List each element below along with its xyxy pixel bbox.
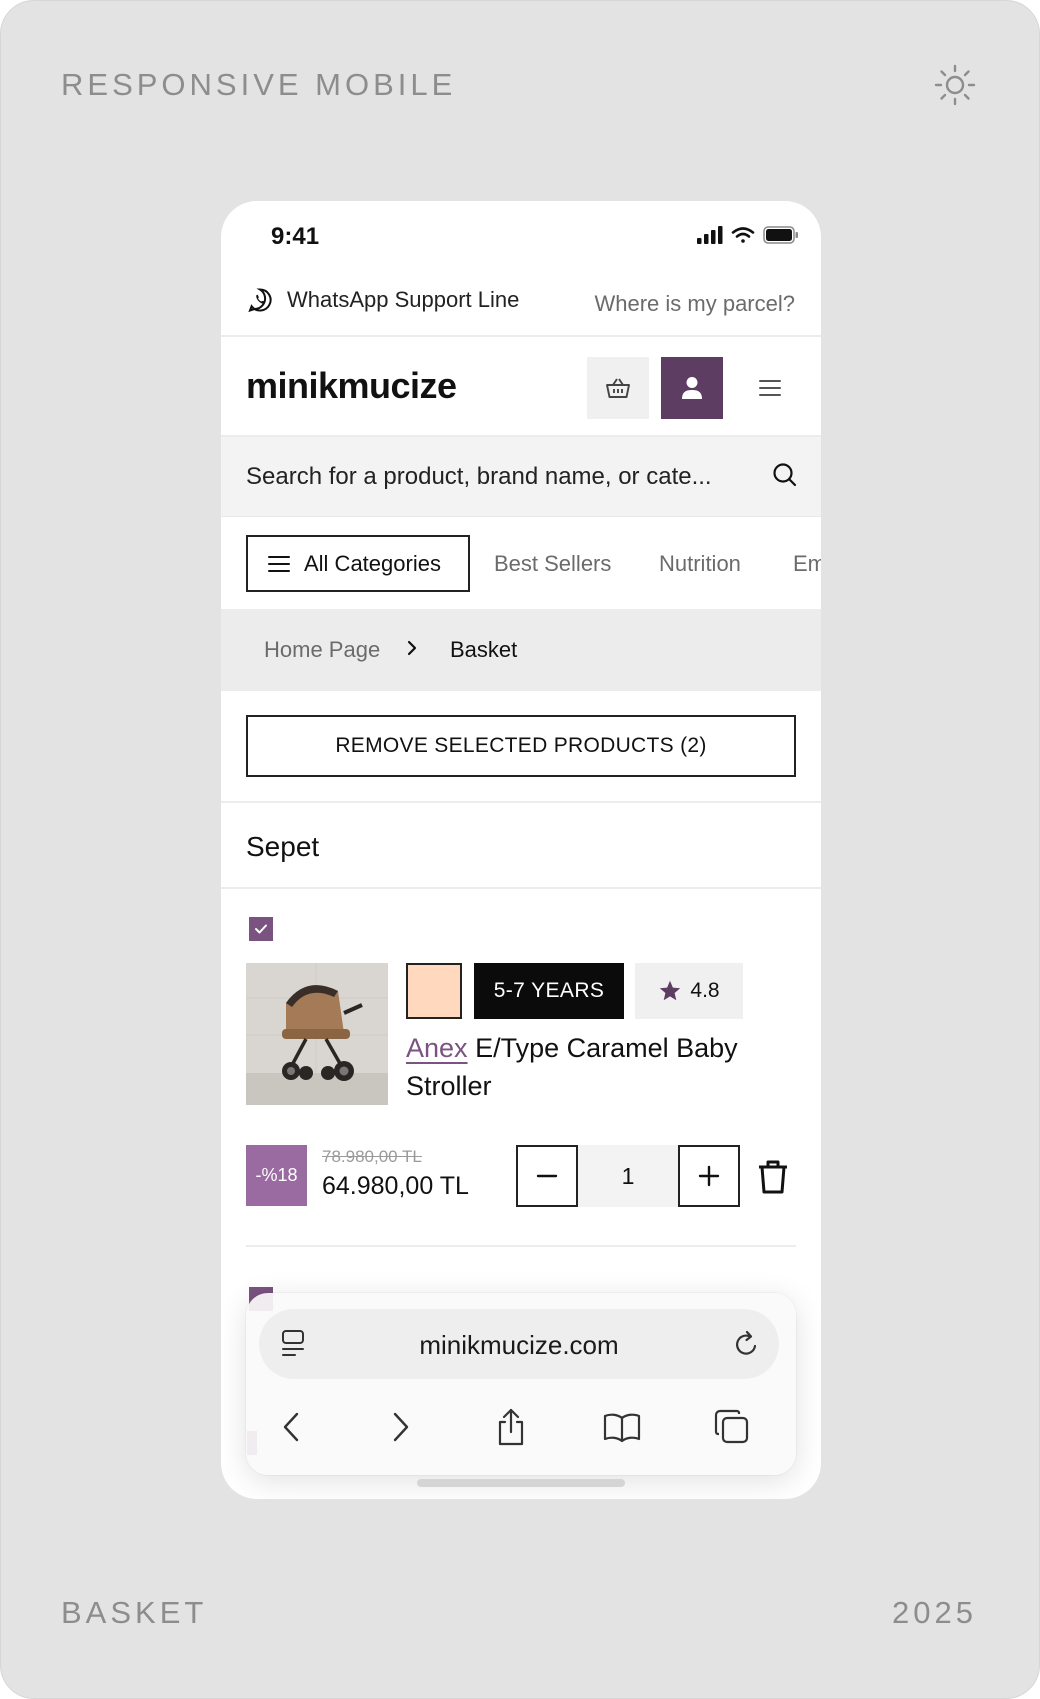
- url-text: minikmucize.com: [419, 1330, 619, 1360]
- phone-screen: 9:41 WhatsApp Support Line Where is my p…: [221, 201, 821, 1499]
- breadcrumb: Home Page Basket: [221, 609, 821, 691]
- remove-selected-button[interactable]: REMOVE SELECTED PRODUCTS (2): [246, 715, 796, 777]
- tabs-icon[interactable]: [708, 1403, 756, 1451]
- category-link-nutrition[interactable]: Nutrition: [659, 551, 741, 577]
- address-bar[interactable]: minikmucize.com: [259, 1309, 779, 1379]
- star-icon: [660, 980, 681, 1001]
- search-input[interactable]: Search for a product, brand name, or cat…: [246, 463, 712, 491]
- status-bar: 9:41: [221, 201, 821, 271]
- plus-icon: [698, 1165, 720, 1187]
- basket-button[interactable]: [587, 357, 649, 419]
- user-icon: [682, 377, 702, 399]
- wifi-icon: [731, 227, 755, 243]
- all-categories-label: All Categories: [304, 550, 441, 576]
- current-price: 64.980,00 TL: [322, 1172, 469, 1200]
- minus-icon: [536, 1174, 558, 1178]
- trash-icon: [759, 1160, 787, 1194]
- rating-value: 4.8: [690, 979, 720, 1002]
- product-image[interactable]: [246, 963, 388, 1105]
- share-icon[interactable]: [487, 1403, 535, 1451]
- rating-badge: 4.8: [635, 963, 743, 1019]
- hamburger-icon: [759, 380, 781, 396]
- basket-icon: [606, 378, 630, 398]
- bookmarks-icon[interactable]: [598, 1403, 646, 1451]
- item-divider: [246, 1245, 796, 1247]
- category-link-truncated[interactable]: Em: [793, 551, 821, 577]
- delete-item-button[interactable]: [751, 1155, 795, 1199]
- chevron-right-icon: [405, 639, 419, 662]
- basket-item: 5-7 YEARS 4.8 Anex E/Type Caramel Baby S…: [221, 889, 821, 1247]
- product-title: Anex E/Type Caramel Baby Stroller: [406, 1029, 806, 1105]
- reload-icon[interactable]: [733, 1329, 761, 1364]
- menu-button[interactable]: [739, 357, 801, 419]
- site-logo[interactable]: minikmucize: [246, 365, 457, 407]
- basket-section-title: Sepet: [246, 831, 320, 862]
- all-categories-button[interactable]: All Categories: [246, 535, 470, 592]
- breadcrumb-home-link[interactable]: Home Page: [264, 637, 380, 663]
- breadcrumb-current: Basket: [450, 637, 518, 662]
- checkmark-icon: [255, 924, 267, 934]
- remove-selected-row: REMOVE SELECTED PRODUCTS (2): [221, 691, 821, 803]
- old-price: 78.980,00 TL: [322, 1147, 422, 1166]
- basket-section-header: Sepet: [221, 803, 821, 889]
- support-bar: WhatsApp Support Line Where is my parcel…: [221, 271, 821, 337]
- color-swatch: [406, 963, 462, 1019]
- top-left-label: RESPONSIVE MOBILE: [61, 67, 457, 102]
- site-header: minikmucize: [221, 337, 821, 437]
- bottom-right-label: 2025: [892, 1595, 977, 1630]
- presentation-card: RESPONSIVE MOBILE BASKET 2025 9:41 Whats…: [0, 0, 1040, 1699]
- bottom-left-label: BASKET: [61, 1595, 208, 1630]
- browser-toolbar: minikmucize.com: [246, 1293, 796, 1475]
- quantity-decrease-button[interactable]: [516, 1145, 578, 1207]
- product-brand-link[interactable]: Anex: [406, 1033, 468, 1063]
- status-time: 9:41: [271, 223, 320, 250]
- quantity-value[interactable]: 1: [578, 1145, 678, 1207]
- whatsapp-support-label: WhatsApp Support Line: [287, 287, 520, 312]
- forward-icon[interactable]: [376, 1403, 424, 1451]
- category-nav: All Categories Best Sellers Nutrition Em: [221, 517, 821, 609]
- whatsapp-icon: [248, 288, 272, 313]
- hamburger-icon: [268, 555, 290, 572]
- home-indicator: [417, 1479, 625, 1487]
- item-select-checkbox[interactable]: [249, 917, 273, 941]
- discount-badge: -%18: [246, 1145, 307, 1206]
- whatsapp-support-link[interactable]: WhatsApp Support Line: [247, 287, 519, 313]
- status-icons: [697, 226, 799, 244]
- browser-nav-row: [246, 1395, 796, 1461]
- account-button[interactable]: [661, 357, 723, 419]
- back-icon[interactable]: [268, 1403, 316, 1451]
- quantity-increase-button[interactable]: [678, 1145, 740, 1207]
- age-badge: 5-7 YEARS: [474, 963, 624, 1019]
- category-link-best-sellers[interactable]: Best Sellers: [494, 551, 611, 577]
- sun-icon[interactable]: [933, 63, 977, 107]
- where-is-my-parcel-link[interactable]: Where is my parcel?: [594, 291, 795, 317]
- search-bar[interactable]: Search for a product, brand name, or cat…: [221, 437, 821, 517]
- search-icon[interactable]: [771, 461, 799, 494]
- signal-icon: [697, 226, 723, 244]
- battery-icon: [763, 226, 798, 244]
